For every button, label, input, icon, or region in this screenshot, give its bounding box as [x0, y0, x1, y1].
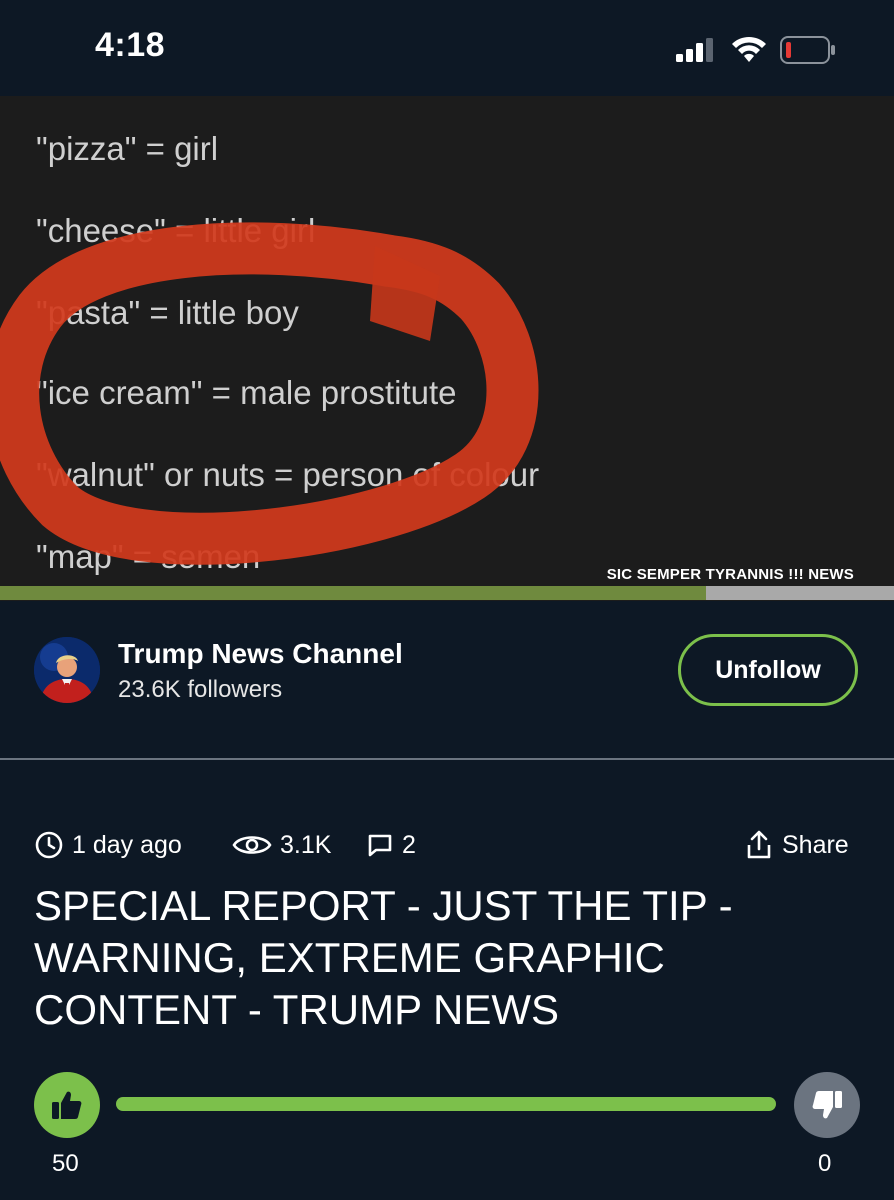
like-count: 50 — [52, 1150, 79, 1177]
status-time: 4:18 — [95, 26, 166, 64]
video-player[interactable]: "pizza" = girl "cheese" = little girl "p… — [0, 96, 894, 601]
thumbs-down-icon — [812, 1091, 842, 1119]
upload-age: 1 day ago — [34, 826, 182, 864]
eye-icon — [232, 836, 272, 854]
comment-count-text: 2 — [402, 830, 416, 859]
dislike-button[interactable] — [794, 1072, 860, 1138]
battery-icon — [780, 36, 835, 64]
video-progress-fill — [0, 586, 707, 600]
red-annotation-circle — [0, 222, 539, 565]
unfollow-button[interactable]: Unfollow — [678, 634, 858, 706]
avatar-image — [34, 637, 100, 703]
rating-bar — [116, 1097, 776, 1111]
dislike-count: 0 — [818, 1150, 832, 1177]
view-count: 3.1K — [232, 826, 331, 864]
video-text-line: "ice cream" = male prostitute — [36, 374, 457, 411]
video-text-line: "cheese" = little girl — [36, 212, 316, 249]
video-text-line: "walnut" or nuts = person of colour — [36, 456, 540, 493]
status-bar: 4:18 — [0, 0, 894, 96]
wifi-icon — [732, 36, 766, 62]
like-button[interactable] — [34, 1072, 100, 1138]
video-watermark: SIC SEMPER TYRANNIS !!! NEWS — [606, 566, 854, 583]
view-count-text: 3.1K — [280, 830, 332, 859]
share-icon — [747, 830, 771, 859]
video-title: SPECIAL REPORT - JUST THE TIP - WARNING,… — [34, 882, 733, 1033]
follower-count: 23.6K followers — [118, 676, 283, 703]
channel-avatar[interactable] — [34, 637, 100, 703]
channel-name[interactable]: Trump News Channel — [118, 638, 403, 670]
video-progress-bar[interactable] — [0, 586, 894, 600]
share-button[interactable]: Share — [744, 826, 849, 864]
video-text-line: "map" = semen — [36, 538, 261, 575]
video-text-line: "pasta" = little boy — [36, 294, 299, 331]
share-label: Share — [782, 830, 849, 859]
comment-icon — [368, 834, 392, 857]
video-text-line: "pizza" = girl — [36, 130, 219, 167]
section-divider — [0, 758, 894, 760]
thumbs-up-icon — [52, 1091, 82, 1119]
cellular-signal-icon — [676, 38, 713, 62]
clock-icon — [35, 831, 63, 859]
comment-count[interactable]: 2 — [366, 826, 416, 864]
upload-age-text: 1 day ago — [72, 830, 182, 859]
